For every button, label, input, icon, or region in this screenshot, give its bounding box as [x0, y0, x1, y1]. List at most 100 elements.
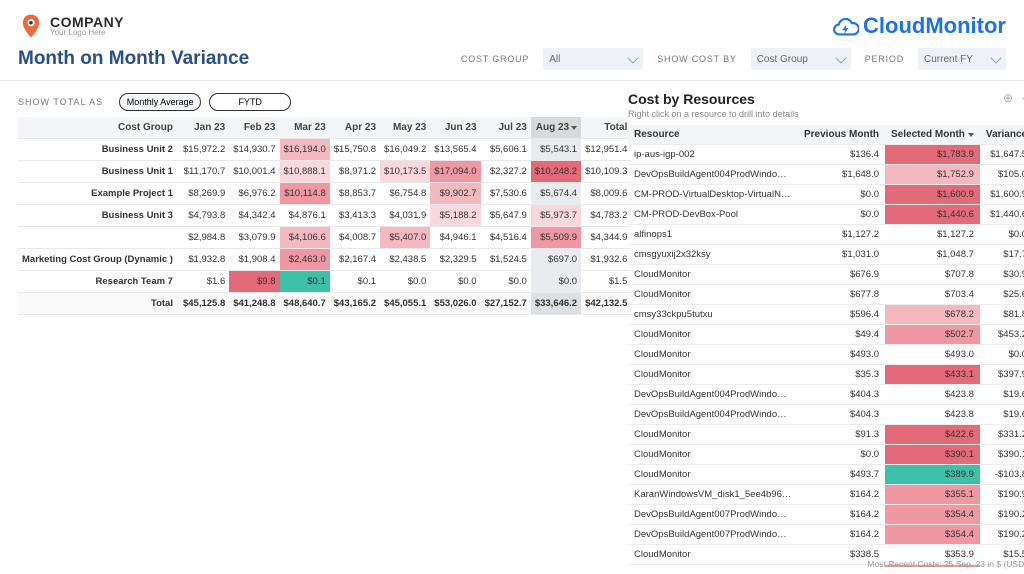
grid-cell[interactable]: $14,930.7 — [229, 139, 279, 161]
segment-fytd[interactable]: FYTD — [209, 93, 291, 111]
grid-cell[interactable]: $5,647.9 — [481, 205, 531, 227]
grid-cell[interactable]: $4,793.8 — [179, 205, 229, 227]
grid-cell[interactable]: $0.1 — [330, 271, 380, 293]
grid-cell[interactable]: $3,079.9 — [229, 227, 279, 249]
res-col-resource[interactable]: Resource — [628, 125, 798, 145]
grid-col-mar23[interactable]: Mar 23 — [280, 117, 330, 139]
show-cost-by-select[interactable]: Cost Group — [751, 48, 851, 70]
grid-cell[interactable]: $9.8 — [229, 271, 279, 293]
grid-col-feb23[interactable]: Feb 23 — [229, 117, 279, 139]
grid-cell[interactable]: $9,902.7 — [430, 183, 480, 205]
res-col-var[interactable]: Variance — [980, 125, 1024, 145]
grid-cell[interactable]: $5,188.2 — [430, 205, 480, 227]
grid-cell[interactable]: $0.0 — [481, 271, 531, 293]
grid-cell[interactable]: $2,329.5 — [430, 249, 480, 271]
grid-cell[interactable]: $3,413.3 — [330, 205, 380, 227]
resource-row[interactable]: CloudMonitor$493.7$389.9-$103.8 — [628, 465, 1024, 485]
grid-cell[interactable]: $6,976.2 — [229, 183, 279, 205]
resource-row[interactable]: DevOpsBuildAgent004ProdWindowsVM_Dat...$… — [628, 385, 1024, 405]
grid-col-jun23[interactable]: Jun 23 — [430, 117, 480, 139]
grid-cell[interactable]: $16,049.2 — [380, 139, 430, 161]
grid-cell[interactable]: $1.6 — [179, 271, 229, 293]
grid-cell[interactable]: $2,438.5 — [380, 249, 430, 271]
period-select[interactable]: Current FY — [918, 48, 1006, 70]
grid-cell[interactable]: $5,674.4 — [531, 183, 581, 205]
grid-row[interactable]: Business Unit 3$4,793.8$4,342.4$4,876.1$… — [18, 205, 631, 227]
grid-row[interactable]: $2,984.8$3,079.9$4,106.6$4,008.7$5,407.0… — [18, 227, 631, 249]
resource-row[interactable]: alfinops1$1,127.2$1,127.2$0.0 — [628, 225, 1024, 245]
resource-row[interactable]: CloudMonitor$49.4$502.7$453.2 — [628, 325, 1024, 345]
resource-row[interactable]: cmsgyuxij2x32ksy$1,031.0$1,048.7$17.7 — [628, 245, 1024, 265]
grid-cell[interactable]: $10,114.8 — [280, 183, 330, 205]
resource-row[interactable]: cmsy33ckpu5tutxu$596.4$678.2$81.8 — [628, 305, 1024, 325]
segment-monthly-average[interactable]: Monthly Average — [119, 93, 201, 111]
resource-row[interactable]: CloudMonitor$676.9$707.8$30.9 — [628, 265, 1024, 285]
grid-cell[interactable]: $10,248.2 — [531, 161, 581, 183]
resource-row[interactable]: KaranWindowsVM_disk1_5ee4b96d351948a...$… — [628, 485, 1024, 505]
grid-cell[interactable]: $2,327.2 — [481, 161, 531, 183]
variance-grid[interactable]: Cost GroupJan 23Feb 23Mar 23Apr 23May 23… — [18, 117, 631, 315]
grid-cell[interactable]: $1,908.4 — [229, 249, 279, 271]
grid-cell[interactable]: $0.0 — [380, 271, 430, 293]
grid-col-apr23[interactable]: Apr 23 — [330, 117, 380, 139]
grid-col-aug23[interactable]: Aug 23 — [531, 117, 581, 139]
grid-cell[interactable]: $2,463.0 — [280, 249, 330, 271]
grid-rowheader[interactable]: Cost Group — [18, 117, 179, 139]
grid-cell[interactable]: $0.0 — [430, 271, 480, 293]
grid-cell[interactable]: $0.1 — [280, 271, 330, 293]
grid-cell[interactable]: $7,530.6 — [481, 183, 531, 205]
grid-col-jan23[interactable]: Jan 23 — [179, 117, 229, 139]
grid-cell[interactable]: $10,888.1 — [280, 161, 330, 183]
grid-cell[interactable]: $5,509.9 — [531, 227, 581, 249]
grid-cell[interactable]: $4,106.6 — [280, 227, 330, 249]
grid-cell[interactable]: $4,008.7 — [330, 227, 380, 249]
resource-row[interactable]: CM-PROD-DevBox-Pool$0.0$1,440.6$1,440.6 — [628, 205, 1024, 225]
res-col-sel[interactable]: Selected Month — [885, 125, 980, 145]
grid-cell[interactable]: $8,269.9 — [179, 183, 229, 205]
grid-cell[interactable]: $16,194.0 — [280, 139, 330, 161]
grid-cell[interactable]: $1,932.8 — [179, 249, 229, 271]
resource-row[interactable]: CM-PROD-VirtualDesktop-VirtualNetwork-..… — [628, 185, 1024, 205]
resource-row[interactable]: CloudMonitor$35.3$433.1$397.9 — [628, 365, 1024, 385]
grid-cell[interactable]: $8,971.2 — [330, 161, 380, 183]
grid-row[interactable]: Research Team 7$1.6$9.8$0.1$0.1$0.0$0.0$… — [18, 271, 631, 293]
grid-cell[interactable]: $15,750.8 — [330, 139, 380, 161]
grid-cell[interactable]: $11,170.7 — [179, 161, 229, 183]
grid-cell[interactable]: $2,984.8 — [179, 227, 229, 249]
grid-cell[interactable]: $697.0 — [531, 249, 581, 271]
resources-list[interactable]: ResourcePrevious MonthSelected MonthVari… — [628, 125, 1024, 567]
grid-cell[interactable]: $4,031.9 — [380, 205, 430, 227]
resource-row[interactable]: CloudMonitor$91.3$422.6$331.2 — [628, 425, 1024, 445]
grid-row[interactable]: Business Unit 2$15,972.2$14,930.7$16,194… — [18, 139, 631, 161]
resource-row[interactable]: ip-aus-igp-002$136.4$1,783.9$1,647.5 — [628, 145, 1024, 165]
grid-cell[interactable]: $0.0 — [531, 271, 581, 293]
grid-cell[interactable]: $4,342.4 — [229, 205, 279, 227]
grid-cell[interactable]: $4,516.4 — [481, 227, 531, 249]
grid-cell[interactable]: $15,972.2 — [179, 139, 229, 161]
grid-cell[interactable]: $1,524.5 — [481, 249, 531, 271]
grid-row[interactable]: Business Unit 1$11,170.7$10,001.4$10,888… — [18, 161, 631, 183]
grid-cell[interactable]: $8,853.7 — [330, 183, 380, 205]
grid-cell[interactable]: $13,565.4 — [430, 139, 480, 161]
grid-cell[interactable]: $5,543.1 — [531, 139, 581, 161]
grid-cell[interactable]: $2,167.4 — [330, 249, 380, 271]
resource-row[interactable]: DevOpsBuildAgent004ProdWindowsVM_OsD...$… — [628, 405, 1024, 425]
grid-col-may23[interactable]: May 23 — [380, 117, 430, 139]
grid-cell[interactable]: $4,946.1 — [430, 227, 480, 249]
resource-row[interactable]: CloudMonitor$0.0$390.1$390.1 — [628, 445, 1024, 465]
resource-row[interactable]: DevOpsBuildAgent004ProdWindowsVM$1,648.0… — [628, 165, 1024, 185]
focus-icon[interactable]: ⊕ — [1003, 91, 1013, 105]
grid-row[interactable]: Example Project 1$8,269.9$6,976.2$10,114… — [18, 183, 631, 205]
grid-cell[interactable]: $10,173.5 — [380, 161, 430, 183]
grid-cell[interactable]: $5,407.0 — [380, 227, 430, 249]
grid-cell[interactable]: $6,754.8 — [380, 183, 430, 205]
grid-cell[interactable]: $10,001.4 — [229, 161, 279, 183]
grid-row[interactable]: Marketing Cost Group (Dynamic )$1,932.8$… — [18, 249, 631, 271]
resource-row[interactable]: CloudMonitor$677.8$703.4$25.6 — [628, 285, 1024, 305]
grid-cell[interactable]: $5,973.7 — [531, 205, 581, 227]
grid-cell[interactable]: $5,606.1 — [481, 139, 531, 161]
res-col-prev[interactable]: Previous Month — [798, 125, 885, 145]
resource-row[interactable]: DevOpsBuildAgent007ProdWindowsVM_OsD...$… — [628, 525, 1024, 545]
grid-cell[interactable]: $4,876.1 — [280, 205, 330, 227]
cost-group-select[interactable]: All — [543, 48, 643, 70]
